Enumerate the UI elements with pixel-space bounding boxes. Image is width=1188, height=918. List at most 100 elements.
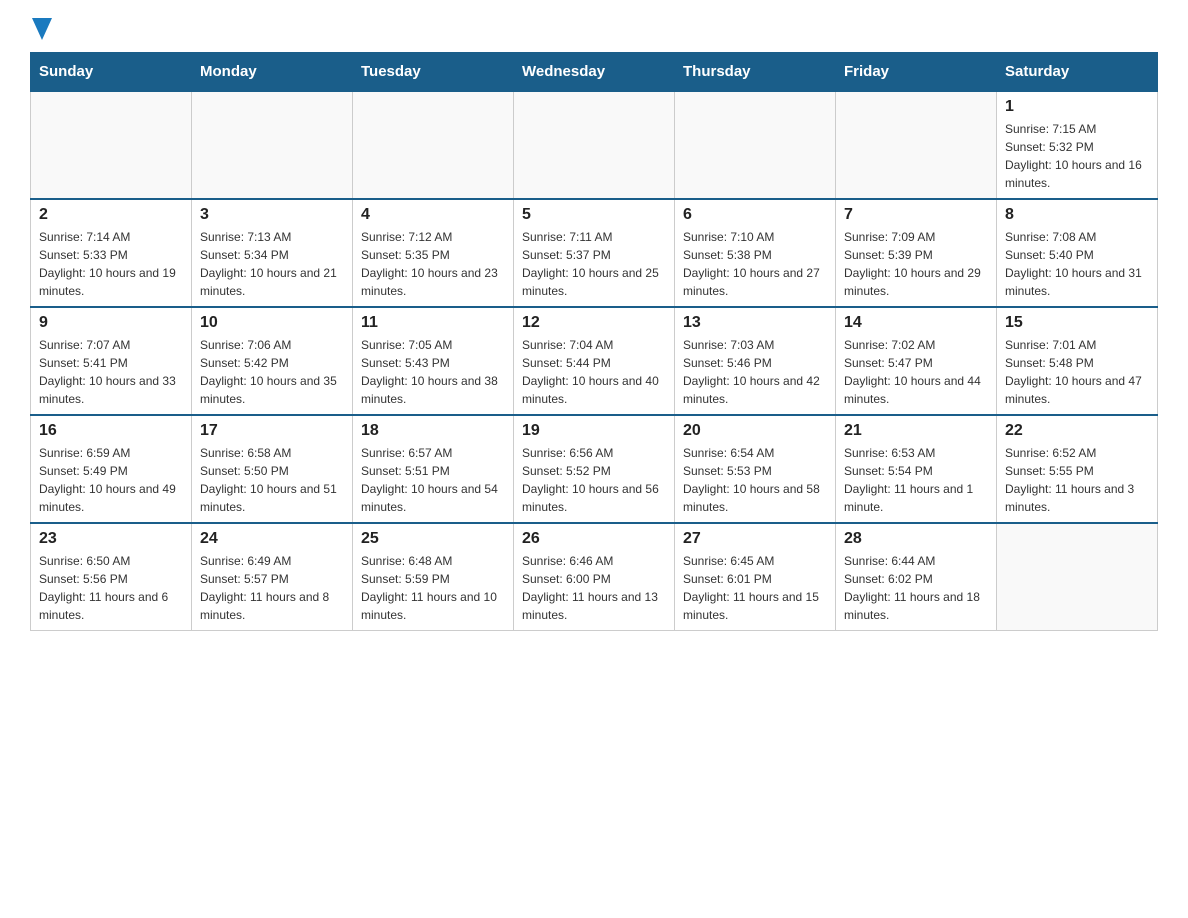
page-header [30, 20, 1158, 36]
day-number: 12 [522, 314, 666, 332]
calendar-cell-w2-d0: 9Sunrise: 7:07 AM Sunset: 5:41 PM Daylig… [31, 307, 192, 415]
day-info: Sunrise: 7:05 AM Sunset: 5:43 PM Dayligh… [361, 336, 505, 408]
day-info: Sunrise: 7:03 AM Sunset: 5:46 PM Dayligh… [683, 336, 827, 408]
day-info: Sunrise: 7:07 AM Sunset: 5:41 PM Dayligh… [39, 336, 183, 408]
day-info: Sunrise: 7:15 AM Sunset: 5:32 PM Dayligh… [1005, 120, 1149, 192]
calendar-cell-w3-d4: 20 Sunrise: 6:54 AM Sunset: 5:53 PM Dayli… [675, 415, 836, 523]
day-info: Sunrise: 7:14 AM Sunset: 5:33 PM Dayligh… [39, 228, 183, 300]
calendar-cell-w2-d2: 11 Sunrise: 7:05 AM Sunset: 5:43 PM Dayli… [353, 307, 514, 415]
calendar-header: SundayMondayTuesdayWednesdayThursdayFrid… [31, 53, 1158, 92]
day-number: 5 [522, 206, 666, 224]
calendar-cell-w1-d3: 5 Sunrise: 7:11 AM Sunset: 5:37 PM Daylig… [514, 199, 675, 307]
day-info: Sunrise: 7:01 AM Sunset: 5:48 PM Dayligh… [1005, 336, 1149, 408]
header-day-thursday: Thursday [675, 53, 836, 92]
day-info: Sunrise: 6:52 AM Sunset: 5:55 PM Dayligh… [1005, 444, 1149, 516]
day-number: 4 [361, 206, 505, 224]
day-info: Sunrise: 6:50 AM Sunset: 5:56 PM Dayligh… [39, 552, 183, 624]
day-number: 22 [1005, 422, 1149, 440]
day-number: 19 [522, 422, 666, 440]
header-day-wednesday: Wednesday [514, 53, 675, 92]
day-info: Sunrise: 6:46 AM Sunset: 6:00 PM Dayligh… [522, 552, 666, 624]
day-info: Sunrise: 6:58 AM Sunset: 5:50 PM Dayligh… [200, 444, 344, 516]
week-row-2: 9Sunrise: 7:07 AM Sunset: 5:41 PM Daylig… [31, 307, 1158, 415]
calendar-cell-w1-d6: 8Sunrise: 7:08 AM Sunset: 5:40 PM Daylig… [997, 199, 1158, 307]
logo [30, 20, 52, 36]
calendar-table: SundayMondayTuesdayWednesdayThursdayFrid… [30, 52, 1158, 631]
calendar-cell-w1-d1: 3 Sunrise: 7:13 AM Sunset: 5:34 PM Daylig… [192, 199, 353, 307]
calendar-cell-w0-d5 [836, 91, 997, 199]
day-number: 25 [361, 530, 505, 548]
calendar-cell-w2-d6: 15Sunrise: 7:01 AM Sunset: 5:48 PM Dayli… [997, 307, 1158, 415]
day-info: Sunrise: 6:53 AM Sunset: 5:54 PM Dayligh… [844, 444, 988, 516]
header-day-friday: Friday [836, 53, 997, 92]
day-info: Sunrise: 6:49 AM Sunset: 5:57 PM Dayligh… [200, 552, 344, 624]
calendar-cell-w3-d6: 22 Sunrise: 6:52 AM Sunset: 5:55 PM Dayli… [997, 415, 1158, 523]
day-number: 10 [200, 314, 344, 332]
day-info: Sunrise: 6:54 AM Sunset: 5:53 PM Dayligh… [683, 444, 827, 516]
calendar-cell-w0-d3 [514, 91, 675, 199]
day-number: 11 [361, 314, 505, 332]
days-of-week-row: SundayMondayTuesdayWednesdayThursdayFrid… [31, 53, 1158, 92]
day-number: 28 [844, 530, 988, 548]
header-day-tuesday: Tuesday [353, 53, 514, 92]
day-info: Sunrise: 7:13 AM Sunset: 5:34 PM Dayligh… [200, 228, 344, 300]
calendar-cell-w2-d5: 14 Sunrise: 7:02 AM Sunset: 5:47 PM Dayli… [836, 307, 997, 415]
calendar-cell-w4-d6 [997, 523, 1158, 631]
calendar-cell-w3-d5: 21 Sunrise: 6:53 AM Sunset: 5:54 PM Dayli… [836, 415, 997, 523]
day-info: Sunrise: 7:02 AM Sunset: 5:47 PM Dayligh… [844, 336, 988, 408]
day-number: 26 [522, 530, 666, 548]
calendar-cell-w2-d3: 12Sunrise: 7:04 AM Sunset: 5:44 PM Dayli… [514, 307, 675, 415]
day-info: Sunrise: 6:48 AM Sunset: 5:59 PM Dayligh… [361, 552, 505, 624]
day-info: Sunrise: 6:57 AM Sunset: 5:51 PM Dayligh… [361, 444, 505, 516]
day-info: Sunrise: 7:12 AM Sunset: 5:35 PM Dayligh… [361, 228, 505, 300]
calendar-body: 1 Sunrise: 7:15 AM Sunset: 5:32 PM Daylig… [31, 91, 1158, 631]
header-day-saturday: Saturday [997, 53, 1158, 92]
day-info: Sunrise: 7:08 AM Sunset: 5:40 PM Dayligh… [1005, 228, 1149, 300]
calendar-cell-w4-d1: 24 Sunrise: 6:49 AM Sunset: 5:57 PM Dayli… [192, 523, 353, 631]
calendar-cell-w0-d4 [675, 91, 836, 199]
day-number: 20 [683, 422, 827, 440]
calendar-cell-w4-d3: 26 Sunrise: 6:46 AM Sunset: 6:00 PM Dayli… [514, 523, 675, 631]
calendar-cell-w4-d2: 25 Sunrise: 6:48 AM Sunset: 5:59 PM Dayli… [353, 523, 514, 631]
day-info: Sunrise: 7:06 AM Sunset: 5:42 PM Dayligh… [200, 336, 344, 408]
day-number: 23 [39, 530, 183, 548]
day-number: 18 [361, 422, 505, 440]
calendar-cell-w3-d2: 18 Sunrise: 6:57 AM Sunset: 5:51 PM Dayli… [353, 415, 514, 523]
calendar-cell-w0-d1 [192, 91, 353, 199]
calendar-cell-w0-d2 [353, 91, 514, 199]
header-day-monday: Monday [192, 53, 353, 92]
day-number: 3 [200, 206, 344, 224]
calendar-cell-w4-d4: 27 Sunrise: 6:45 AM Sunset: 6:01 PM Dayli… [675, 523, 836, 631]
day-number: 21 [844, 422, 988, 440]
day-info: Sunrise: 6:59 AM Sunset: 5:49 PM Dayligh… [39, 444, 183, 516]
day-info: Sunrise: 6:56 AM Sunset: 5:52 PM Dayligh… [522, 444, 666, 516]
day-number: 24 [200, 530, 344, 548]
week-row-0: 1 Sunrise: 7:15 AM Sunset: 5:32 PM Daylig… [31, 91, 1158, 199]
day-number: 6 [683, 206, 827, 224]
day-info: Sunrise: 7:09 AM Sunset: 5:39 PM Dayligh… [844, 228, 988, 300]
week-row-4: 23 Sunrise: 6:50 AM Sunset: 5:56 PM Dayli… [31, 523, 1158, 631]
calendar-cell-w1-d4: 6Sunrise: 7:10 AM Sunset: 5:38 PM Daylig… [675, 199, 836, 307]
day-number: 17 [200, 422, 344, 440]
calendar-cell-w2-d1: 10 Sunrise: 7:06 AM Sunset: 5:42 PM Dayli… [192, 307, 353, 415]
calendar-cell-w1-d2: 4 Sunrise: 7:12 AM Sunset: 5:35 PM Daylig… [353, 199, 514, 307]
calendar-cell-w4-d0: 23 Sunrise: 6:50 AM Sunset: 5:56 PM Dayli… [31, 523, 192, 631]
day-number: 7 [844, 206, 988, 224]
calendar-cell-w3-d3: 19 Sunrise: 6:56 AM Sunset: 5:52 PM Dayli… [514, 415, 675, 523]
day-number: 1 [1005, 98, 1149, 116]
calendar-cell-w0-d0 [31, 91, 192, 199]
header-day-sunday: Sunday [31, 53, 192, 92]
calendar-cell-w1-d0: 2Sunrise: 7:14 AM Sunset: 5:33 PM Daylig… [31, 199, 192, 307]
day-number: 27 [683, 530, 827, 548]
calendar-cell-w1-d5: 7 Sunrise: 7:09 AM Sunset: 5:39 PM Daylig… [836, 199, 997, 307]
calendar-cell-w3-d1: 17 Sunrise: 6:58 AM Sunset: 5:50 PM Dayli… [192, 415, 353, 523]
day-number: 13 [683, 314, 827, 332]
day-info: Sunrise: 6:44 AM Sunset: 6:02 PM Dayligh… [844, 552, 988, 624]
day-number: 14 [844, 314, 988, 332]
week-row-3: 16Sunrise: 6:59 AM Sunset: 5:49 PM Dayli… [31, 415, 1158, 523]
week-row-1: 2Sunrise: 7:14 AM Sunset: 5:33 PM Daylig… [31, 199, 1158, 307]
calendar-cell-w0-d6: 1 Sunrise: 7:15 AM Sunset: 5:32 PM Daylig… [997, 91, 1158, 199]
calendar-cell-w4-d5: 28 Sunrise: 6:44 AM Sunset: 6:02 PM Dayli… [836, 523, 997, 631]
day-info: Sunrise: 7:11 AM Sunset: 5:37 PM Dayligh… [522, 228, 666, 300]
day-info: Sunrise: 6:45 AM Sunset: 6:01 PM Dayligh… [683, 552, 827, 624]
